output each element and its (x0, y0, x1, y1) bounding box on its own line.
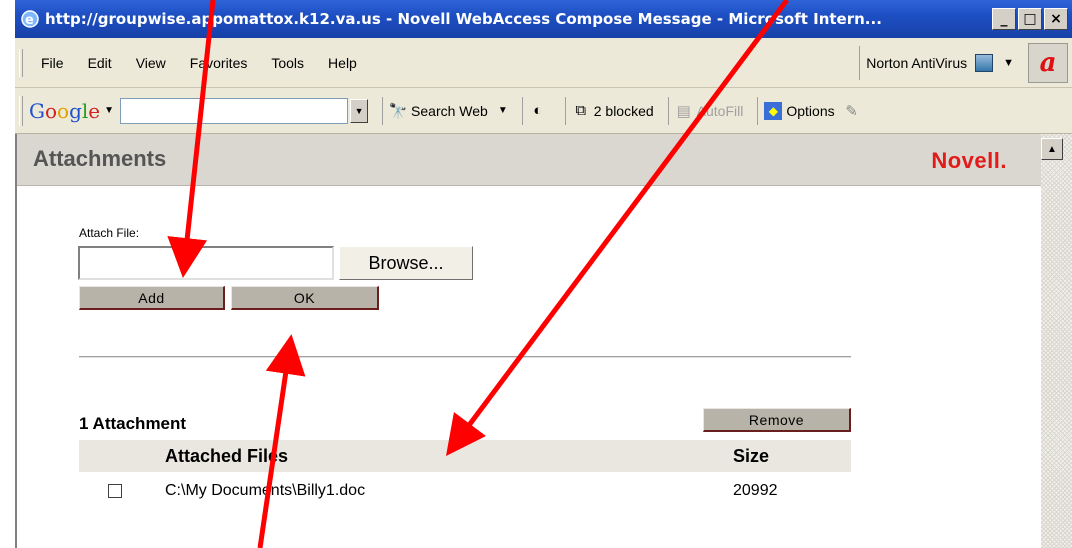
norton-logo-icon: a (1028, 42, 1068, 83)
page-header: Attachments Novell. (17, 134, 1041, 186)
popup-blocked-icon: ⧉ (575, 102, 587, 119)
divider (79, 356, 851, 358)
close-button[interactable]: × (1044, 8, 1068, 30)
menu-edit[interactable]: Edit (76, 55, 124, 71)
toolbar-separator (757, 96, 759, 125)
attach-file-input[interactable] (78, 246, 334, 280)
window-title: http://groupwise.appomattox.k12.va.us - … (45, 10, 882, 28)
toolbar-separator (382, 96, 384, 125)
browse-button[interactable]: Browse... (339, 246, 473, 280)
attachment-checkbox[interactable] (108, 484, 122, 498)
highlighter-icon: ✎ (845, 102, 858, 120)
menu-help[interactable]: Help (316, 55, 369, 71)
minimize-button[interactable]: _ (992, 8, 1016, 30)
attachment-file-size: 20992 (733, 482, 778, 499)
popup-blocker-button[interactable]: ⧉ 2 blocked (572, 102, 654, 120)
autofill-label: AutoFill (696, 102, 744, 119)
autofill-icon: ▤ (676, 102, 691, 120)
autofill-button[interactable]: ▤ AutoFill (675, 102, 744, 120)
google-search-input[interactable] (120, 97, 349, 124)
highlight-button[interactable]: ✎ (843, 102, 865, 120)
blocked-count-label: 2 blocked (593, 102, 654, 119)
toolbar-grip[interactable] (19, 95, 23, 126)
chevron-down-icon[interactable]: ▼ (1003, 57, 1014, 69)
attachment-file-name: C:\My Documents\Billy1.doc (165, 482, 366, 499)
novell-logo: Novell. (931, 148, 1007, 173)
pagerank-button[interactable]: ◐ (529, 102, 551, 120)
maximize-button[interactable]: □ (1018, 8, 1042, 30)
menu-favorites[interactable]: Favorites (178, 55, 260, 71)
toolbar-separator (667, 96, 669, 125)
svg-text:e: e (25, 13, 34, 28)
toolbar-grip[interactable] (19, 48, 23, 77)
add-button[interactable]: Add (79, 286, 225, 310)
column-header-attached-files: Attached Files (165, 446, 289, 466)
page-title: Attachments (33, 146, 167, 171)
scroll-up-button[interactable]: ▲ (1041, 138, 1063, 160)
options-label: Options (786, 102, 835, 119)
internet-explorer-icon: e (19, 8, 41, 30)
vertical-scrollbar[interactable] (1041, 134, 1072, 548)
norton-antivirus-button[interactable]: Norton AntiVirus ▼ (859, 45, 1028, 80)
norton-shield-icon (975, 53, 994, 72)
google-logo-button[interactable]: Google (29, 99, 100, 123)
window-title-bar[interactable]: e http://groupwise.appomattox.k12.va.us … (15, 0, 1072, 38)
attachment-count: 1 Attachment (79, 414, 187, 433)
column-header-size: Size (733, 446, 770, 466)
toolbar-separator (564, 96, 566, 125)
chevron-down-icon[interactable]: ▼ (498, 105, 508, 116)
pagerank-icon: ◐ (533, 102, 543, 119)
menu-view[interactable]: View (124, 55, 178, 71)
search-web-label: Search Web (411, 102, 488, 119)
menu-file[interactable]: File (29, 55, 76, 71)
ok-button[interactable]: OK (231, 286, 379, 310)
google-toolbar: Google ▼ ▼ 🔭 Search Web ▼ ◐ ⧉ 2 blocked … (15, 88, 1072, 134)
web-page: Attachments Novell. Attach File: Browse.… (15, 134, 1041, 548)
search-web-button[interactable]: 🔭 Search Web ▼ (389, 102, 508, 120)
menu-tools[interactable]: Tools (259, 55, 316, 71)
remove-button[interactable]: Remove (703, 408, 851, 432)
attach-file-label: Attach File: (79, 226, 140, 240)
options-icon: ◆ (764, 101, 783, 120)
search-history-dropdown[interactable]: ▼ (350, 98, 369, 123)
binoculars-icon: 🔭 (388, 102, 408, 120)
norton-label: Norton AntiVirus (866, 54, 968, 71)
options-button[interactable]: ◆ Options (764, 101, 835, 120)
toolbar-separator (521, 96, 523, 125)
menu-bar: File Edit View Favorites Tools Help Nort… (15, 38, 1072, 88)
chevron-down-icon[interactable]: ▼ (104, 105, 114, 116)
